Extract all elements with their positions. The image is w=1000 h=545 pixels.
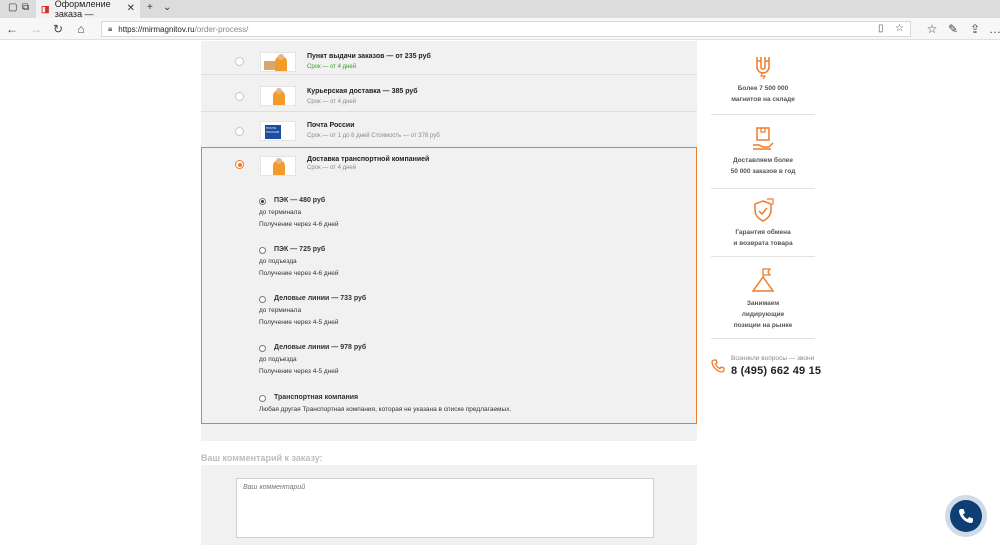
benefit-line: и возврата товара	[733, 240, 793, 247]
russian-post-logo: ПОЧТА РОССИИ	[260, 121, 296, 141]
carrier-title: Деловые линии — 733 руб	[274, 295, 367, 302]
comment-section	[201, 465, 697, 545]
benefit-guarantee: Гарантия обмена и возврата товара	[711, 189, 815, 257]
radio-pickup[interactable]	[235, 57, 244, 66]
benefit-orders: Доставляем более 50 000 заказов в год	[711, 115, 815, 189]
delivery-box-icon	[753, 127, 774, 150]
radio-pek-terminal[interactable]	[259, 198, 266, 205]
carrier-term: Получение через 4-5 дней	[259, 319, 339, 326]
lock-icon: 🔒︎	[108, 24, 113, 33]
carrier-delivery-type: до терминала	[259, 209, 302, 216]
url-host: https://mirmagnitov.ru	[118, 24, 195, 34]
callback-button[interactable]	[945, 495, 987, 537]
radio-pek-door[interactable]	[259, 247, 266, 254]
favorite-star-icon[interactable]: ☆	[895, 23, 904, 34]
tab-order-process[interactable]: ◨ Оформление заказа — ✕	[36, 0, 140, 19]
benefit-line: Гарантия обмена	[735, 229, 791, 236]
carrier-delivery-type: до подъезда	[259, 356, 297, 363]
pen-icon[interactable]: ✎	[946, 22, 960, 36]
shipping-option-courier[interactable]: Курьерская доставка — 385 руб Срок — от …	[201, 78, 697, 112]
favorites-icon[interactable]: ☆	[925, 22, 939, 36]
shipping-option-pickup[interactable]: Пункт выдачи заказов — от 235 руб Срок —…	[201, 41, 697, 75]
browser-nav-bar: ← → ↻ ⌂ 🔒︎ https://mirmagnitov.ru /order…	[0, 18, 1000, 40]
benefit-line: 50 000 заказов в год	[730, 168, 796, 175]
carrier-term: Получение через 4-6 дней	[259, 270, 339, 277]
benefit-line: Занимаем	[746, 300, 780, 307]
carrier-title: ПЭК — 725 руб	[274, 246, 326, 253]
flag-mountain-icon	[751, 268, 775, 292]
callback-button-inner	[950, 500, 982, 532]
comment-textarea[interactable]	[236, 478, 654, 538]
carrier-title: ПЭК — 480 руб	[274, 197, 326, 204]
benefit-line: позиции на рынке	[733, 322, 793, 329]
radio-transport-company[interactable]	[235, 160, 244, 169]
refresh-icon[interactable]: ↻	[51, 22, 65, 36]
carrier-term: Получение через 4-5 дней	[259, 368, 339, 375]
contact-block: Возникли вопросы — звони 8 (495) 662 49 …	[711, 355, 821, 381]
benefit-leadership: Занимаем лидирующие позиции на рынке	[711, 257, 815, 339]
forward-icon[interactable]: →	[29, 22, 43, 36]
radio-dellin-door[interactable]	[259, 345, 266, 352]
option-term: Срок — от 4 дней	[307, 64, 357, 70]
carrier-title: Транспортная компания	[274, 394, 359, 401]
carrier-delivery-type: до терминала	[259, 307, 302, 314]
option-term: Срок — от 4 дней	[307, 165, 357, 171]
tab-actions-icon[interactable]: ▢	[8, 2, 17, 13]
benefit-magnets: Более 7 500 000 магнитов на складе	[711, 41, 815, 115]
close-tab-icon[interactable]: ✕	[127, 3, 135, 14]
pickup-thumbnail	[260, 52, 296, 72]
reading-view-icon[interactable]: ▯	[878, 23, 884, 34]
back-icon[interactable]: ←	[5, 22, 19, 36]
comment-label: Ваш комментарий к заказу:	[201, 453, 323, 463]
contact-phone[interactable]: 8 (495) 662 49 15	[731, 365, 821, 377]
option-term: Срок — от 4 дней	[307, 99, 357, 105]
radio-russian-post[interactable]	[235, 127, 244, 136]
address-bar[interactable]: 🔒︎ https://mirmagnitov.ru /order-process…	[101, 21, 911, 37]
benefit-line: Более 7 500 000	[737, 85, 789, 92]
option-title: Курьерская доставка — 385 руб	[307, 88, 418, 95]
radio-dellin-terminal[interactable]	[259, 296, 266, 303]
magnet-icon	[756, 57, 770, 79]
home-icon[interactable]: ⌂	[74, 22, 88, 36]
option-title: Пункт выдачи заказов — от 235 руб	[307, 53, 431, 60]
carrier-title: Деловые линии — 978 руб	[274, 344, 367, 351]
url-path: /order-process/	[194, 24, 249, 34]
option-term: Срок — от 1 до 8 дней Стоимость — от 378…	[307, 133, 440, 139]
phone-icon	[711, 359, 725, 373]
share-icon[interactable]: ⇪	[968, 22, 982, 36]
option-title: Почта России	[307, 122, 355, 129]
phone-call-icon	[959, 509, 973, 523]
shipping-option-russian-post[interactable]: ПОЧТА РОССИИ Почта России Срок — от 1 до…	[201, 115, 697, 149]
site-favicon-icon: ◨	[41, 4, 50, 14]
shield-check-icon	[754, 198, 774, 222]
option-title: Доставка транспортной компанией	[307, 156, 430, 163]
benefit-line: магнитов на складе	[731, 96, 795, 103]
tab-preview-icon[interactable]: ⧉	[22, 2, 29, 13]
contact-question: Возникли вопросы — звони	[731, 355, 815, 362]
carrier-term: Получение через 4-6 дней	[259, 221, 339, 228]
transport-thumbnail	[260, 156, 296, 176]
benefit-line: Доставляем более	[732, 157, 794, 164]
tab-list-chevron-icon[interactable]: ⌄	[163, 2, 171, 13]
browser-tab-bar: ▢ ⧉ ◨ Оформление заказа — ✕ + ⌄	[0, 0, 1000, 19]
courier-thumbnail	[260, 86, 296, 106]
radio-courier[interactable]	[235, 92, 244, 101]
benefit-line: лидирующие	[741, 311, 785, 318]
radio-other-company[interactable]	[259, 395, 266, 402]
new-tab-icon[interactable]: +	[147, 2, 153, 13]
more-icon[interactable]: …	[988, 22, 1000, 36]
carrier-description: Любая другая Транспортная компания, кото…	[259, 406, 512, 413]
carrier-delivery-type: до подъезда	[259, 258, 297, 265]
shipping-option-transport-company[interactable]: Доставка транспортной компанией Срок — о…	[201, 147, 697, 424]
